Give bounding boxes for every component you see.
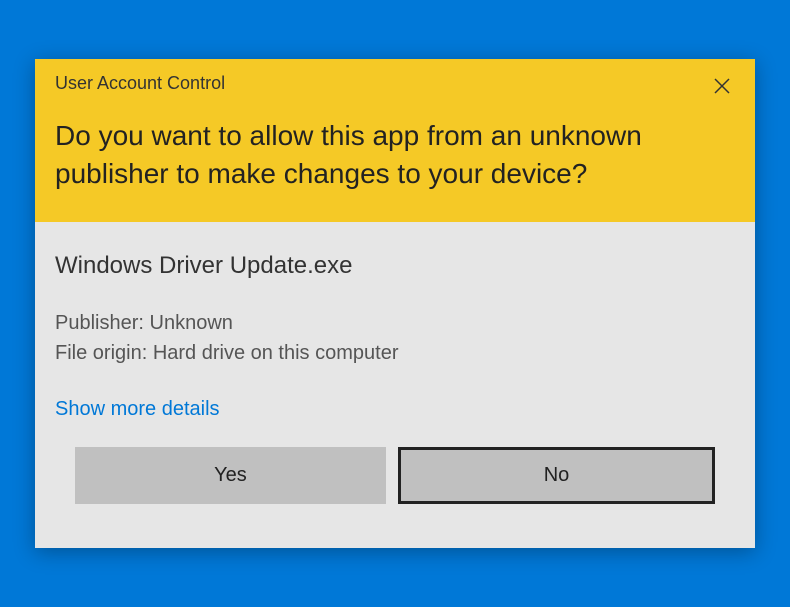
dialog-header: User Account Control Do you want to allo… <box>35 59 755 223</box>
origin-label: File origin: <box>55 342 153 364</box>
publisher-row: Publisher: Unknown <box>55 308 735 338</box>
close-icon <box>713 77 731 95</box>
yes-button[interactable]: Yes <box>75 447 386 504</box>
button-row: Yes No <box>55 447 735 530</box>
dialog-body: Windows Driver Update.exe Publisher: Unk… <box>35 222 755 548</box>
origin-row: File origin: Hard drive on this computer <box>55 338 735 368</box>
app-name: Windows Driver Update.exe <box>55 252 735 280</box>
close-button[interactable] <box>709 73 735 99</box>
publisher-label: Publisher: <box>55 312 150 334</box>
dialog-title: User Account Control <box>55 73 225 94</box>
uac-dialog: User Account Control Do you want to allo… <box>35 59 755 549</box>
dialog-question: Do you want to allow this app from an un… <box>55 117 735 193</box>
origin-value: Hard drive on this computer <box>153 342 399 364</box>
publisher-value: Unknown <box>150 312 233 334</box>
show-more-details-link[interactable]: Show more details <box>55 398 220 421</box>
no-button[interactable]: No <box>398 447 715 504</box>
title-row: User Account Control <box>55 73 735 99</box>
